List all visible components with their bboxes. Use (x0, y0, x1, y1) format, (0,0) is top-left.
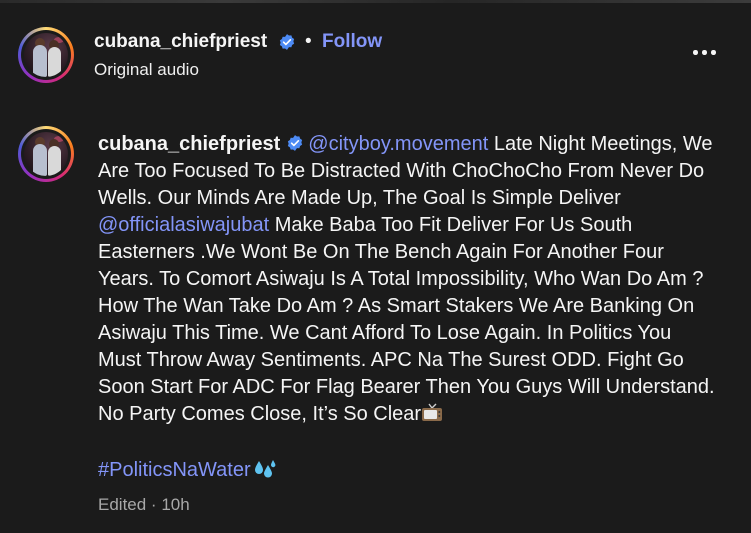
mention-link[interactable]: @officialasiwajubat (98, 214, 269, 236)
post-panel: cubana_chiefpriest • Follow Original aud… (0, 0, 751, 533)
media-edge (0, 0, 751, 3)
meta-separator: · (146, 495, 162, 514)
author-avatar[interactable] (18, 27, 74, 83)
header-separator: • (305, 31, 312, 52)
caption-body-2: Make Baba Too Fit Deliver For Us South E… (98, 214, 715, 425)
caption-text: cubana_chiefpriest @cityboy.movement Late… (98, 131, 718, 428)
sweat-droplets-icon (254, 460, 276, 478)
follow-button[interactable]: Follow (322, 30, 382, 54)
mention-link[interactable]: @cityboy.movement (308, 133, 488, 155)
avatar-photo (24, 33, 68, 77)
comment-username[interactable]: cubana_chiefpriest (98, 133, 280, 155)
comment-author-avatar[interactable] (18, 126, 74, 182)
hashtag-line: #PoliticsNaWater (98, 457, 277, 484)
edited-label: Edited (98, 495, 147, 514)
verified-badge-icon (288, 135, 303, 151)
hashtag-link[interactable]: #PoliticsNaWater (98, 459, 251, 481)
more-options-icon[interactable] (690, 41, 720, 65)
original-audio-link[interactable]: Original audio (94, 59, 199, 81)
comment-meta: Edited · 10h (98, 494, 190, 516)
television-icon (422, 403, 443, 421)
author-username[interactable]: cubana_chiefpriest (94, 30, 267, 54)
avatar-photo (24, 132, 68, 176)
timestamp[interactable]: 10h (161, 495, 189, 514)
verified-badge-icon (279, 34, 295, 50)
